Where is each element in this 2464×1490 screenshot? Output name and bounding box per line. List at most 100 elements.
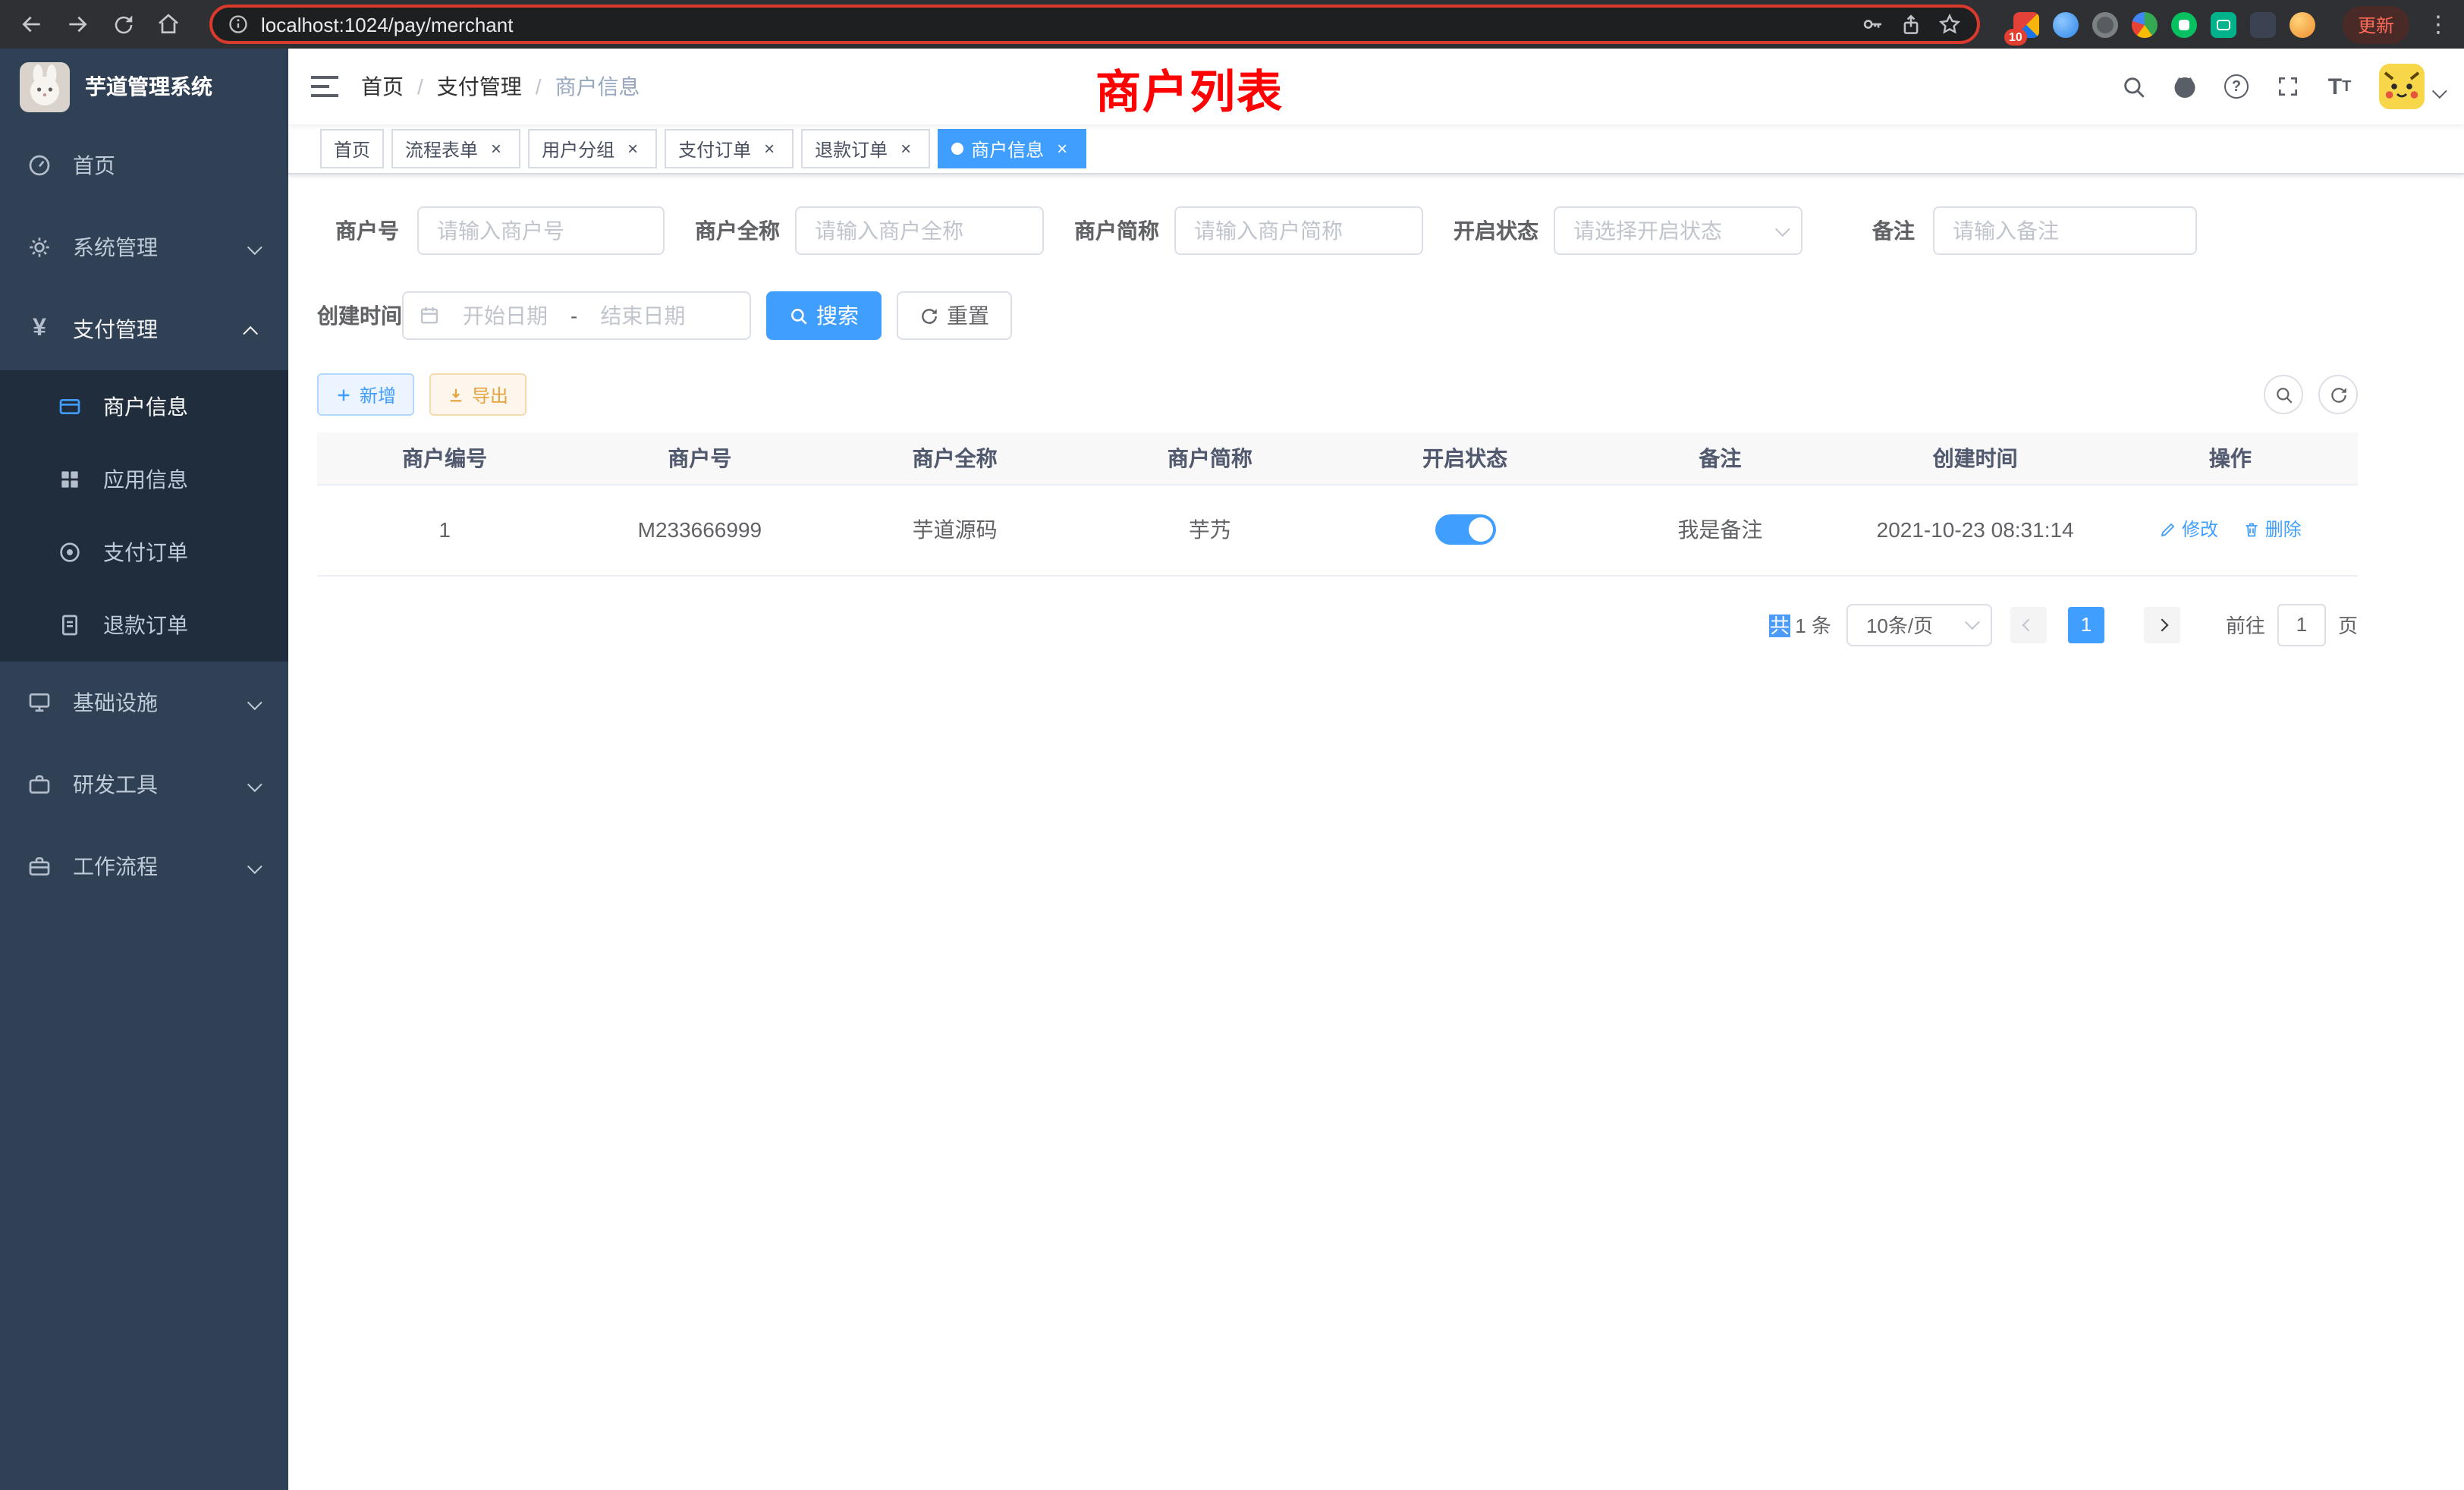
sidebar-item-system[interactable]: 系统管理 [0,206,288,288]
sidebar-item-infrastructure[interactable]: 基础设施 [0,662,288,743]
extension-icon[interactable]: 10 [2013,11,2039,37]
cell-remark: 我是备注 [1592,484,1847,575]
sidebar-item-dev-tools[interactable]: 研发工具 [0,743,288,825]
column-header: 操作 [2103,432,2358,484]
tab-user-group[interactable]: 用户分组 × [528,129,657,168]
toggle-search-icon[interactable] [2264,375,2303,414]
tab-process-form[interactable]: 流程表单 × [391,129,520,168]
end-date-input[interactable] [583,303,702,328]
prev-page-button[interactable] [2010,606,2047,643]
remark-input[interactable] [1933,206,2197,255]
next-page-button[interactable] [2144,606,2180,643]
extension-icon[interactable] [2092,11,2118,37]
refresh-icon[interactable] [2318,375,2358,414]
site-info-icon[interactable] [228,14,249,35]
extension-icon[interactable] [2171,11,2197,37]
sidebar-item-workflow[interactable]: 工作流程 [0,825,288,907]
cell-short-name: 芋艿 [1083,484,1337,575]
sidebar-item-label: 退款订单 [103,610,188,640]
close-icon[interactable]: × [895,138,916,159]
reset-button[interactable]: 重置 [897,291,1012,340]
fullscreen-icon[interactable] [2264,62,2312,111]
profile-avatar-icon[interactable] [2290,11,2315,37]
close-icon[interactable]: × [486,138,507,159]
merchant-no-input[interactable] [417,206,665,255]
hamburger-icon[interactable] [288,49,361,124]
browser-menu-icon[interactable]: ⋮ [2425,11,2452,38]
breadcrumb-item[interactable]: 首页 [361,71,404,102]
status-toggle[interactable] [1435,514,1495,545]
sidebar-item-home[interactable]: 首页 [0,124,288,206]
font-size-icon[interactable]: TT [2315,62,2364,111]
breadcrumb: 首页 / 支付管理 / 商户信息 [361,71,640,102]
sidebar-item-label: 商户信息 [103,391,188,422]
sidebar-item-refund-order[interactable]: 退款订单 [0,589,288,662]
forward-icon[interactable] [58,5,97,44]
table-row[interactable]: 1 M233666999 芋道源码 芋艿 我是备注 2021-10-23 08:… [317,484,2358,575]
close-icon[interactable]: × [622,138,643,159]
home-icon[interactable] [149,5,188,44]
dashboard-icon [24,153,55,178]
extension-icon[interactable] [2250,11,2276,37]
export-button[interactable]: 导出 [429,373,526,416]
delete-button[interactable]: 删除 [2242,517,2302,542]
column-header: 创建时间 [1848,432,2103,484]
breadcrumb-item[interactable]: 支付管理 [437,71,522,102]
sidebar-item-merchant-info[interactable]: 商户信息 [0,370,288,443]
tab-merchant-info[interactable]: 商户信息 × [938,129,1086,168]
sidebar-item-payment[interactable]: ¥ 支付管理 [0,288,288,370]
tab-home[interactable]: 首页 [320,129,384,168]
briefcase-icon [24,854,55,879]
page-size-value: 10条/页 [1866,610,1965,639]
merchant-shortname-input[interactable] [1174,206,1423,255]
share-icon[interactable] [1900,13,1922,36]
target-icon [55,540,85,564]
reload-icon[interactable] [103,5,143,44]
field-label: 开启状态 [1454,215,1554,246]
sidebar-item-label: 研发工具 [73,769,158,800]
create-time-range-picker[interactable]: - [402,291,751,340]
search-icon[interactable] [2109,62,2158,111]
goto-unit: 页 [2338,610,2358,639]
tab-label: 商户信息 [971,136,1044,162]
search-button[interactable]: 搜索 [766,291,882,340]
password-key-icon[interactable] [1860,12,1884,36]
github-icon[interactable] [2161,62,2209,111]
page-size-select[interactable]: 10条/页 [1846,603,1992,646]
pagination: 共 1 条 10条/页 1 前往 页 [317,603,2358,646]
sidebar-item-pay-order[interactable]: 支付订单 [0,516,288,589]
user-menu[interactable] [2379,64,2443,109]
start-date-input[interactable] [446,303,564,328]
breadcrumb-separator: / [536,74,542,99]
bookmark-star-icon[interactable] [1938,12,1962,36]
help-icon[interactable]: ? [2212,62,2261,111]
merchant-fullname-input[interactable] [795,206,1044,255]
date-separator: - [570,303,577,328]
add-button[interactable]: 新增 [317,373,414,416]
add-button-label: 新增 [360,382,396,407]
extension-icon[interactable] [2053,11,2079,37]
close-icon[interactable]: × [759,138,780,159]
column-header: 商户号 [572,432,827,484]
tab-label: 支付订单 [678,136,751,162]
address-bar[interactable]: localhost:1024/pay/merchant [209,5,1980,44]
back-icon[interactable] [12,5,52,44]
extension-icon[interactable] [2211,11,2236,37]
search-button-label: 搜索 [816,300,859,331]
extension-icon[interactable] [2132,11,2158,37]
sidebar-item-app-info[interactable]: 应用信息 [0,443,288,516]
page-number-button[interactable]: 1 [2068,606,2104,643]
tab-refund-order[interactable]: 退款订单 × [801,129,930,168]
monitor-icon [24,690,55,715]
edit-button[interactable]: 修改 [2159,517,2218,542]
browser-update-button[interactable]: 更新 [2343,5,2409,43]
close-icon[interactable]: × [1051,138,1073,159]
sidebar-item-label: 应用信息 [103,464,188,495]
sidebar-logo[interactable]: 芋道管理系统 [0,49,288,124]
tab-pay-order[interactable]: 支付订单 × [665,129,794,168]
goto-page-input[interactable] [2277,603,2326,646]
filter-row-1: 商户号 商户全称 商户简称 开启状态 请选择开启状态 [317,206,2434,255]
status-select[interactable]: 请选择开启状态 [1554,206,1802,255]
reset-button-label: 重置 [947,300,989,331]
table-header-row: 商户编号 商户号 商户全称 商户简称 开启状态 备注 创建时间 操作 [317,432,2358,484]
